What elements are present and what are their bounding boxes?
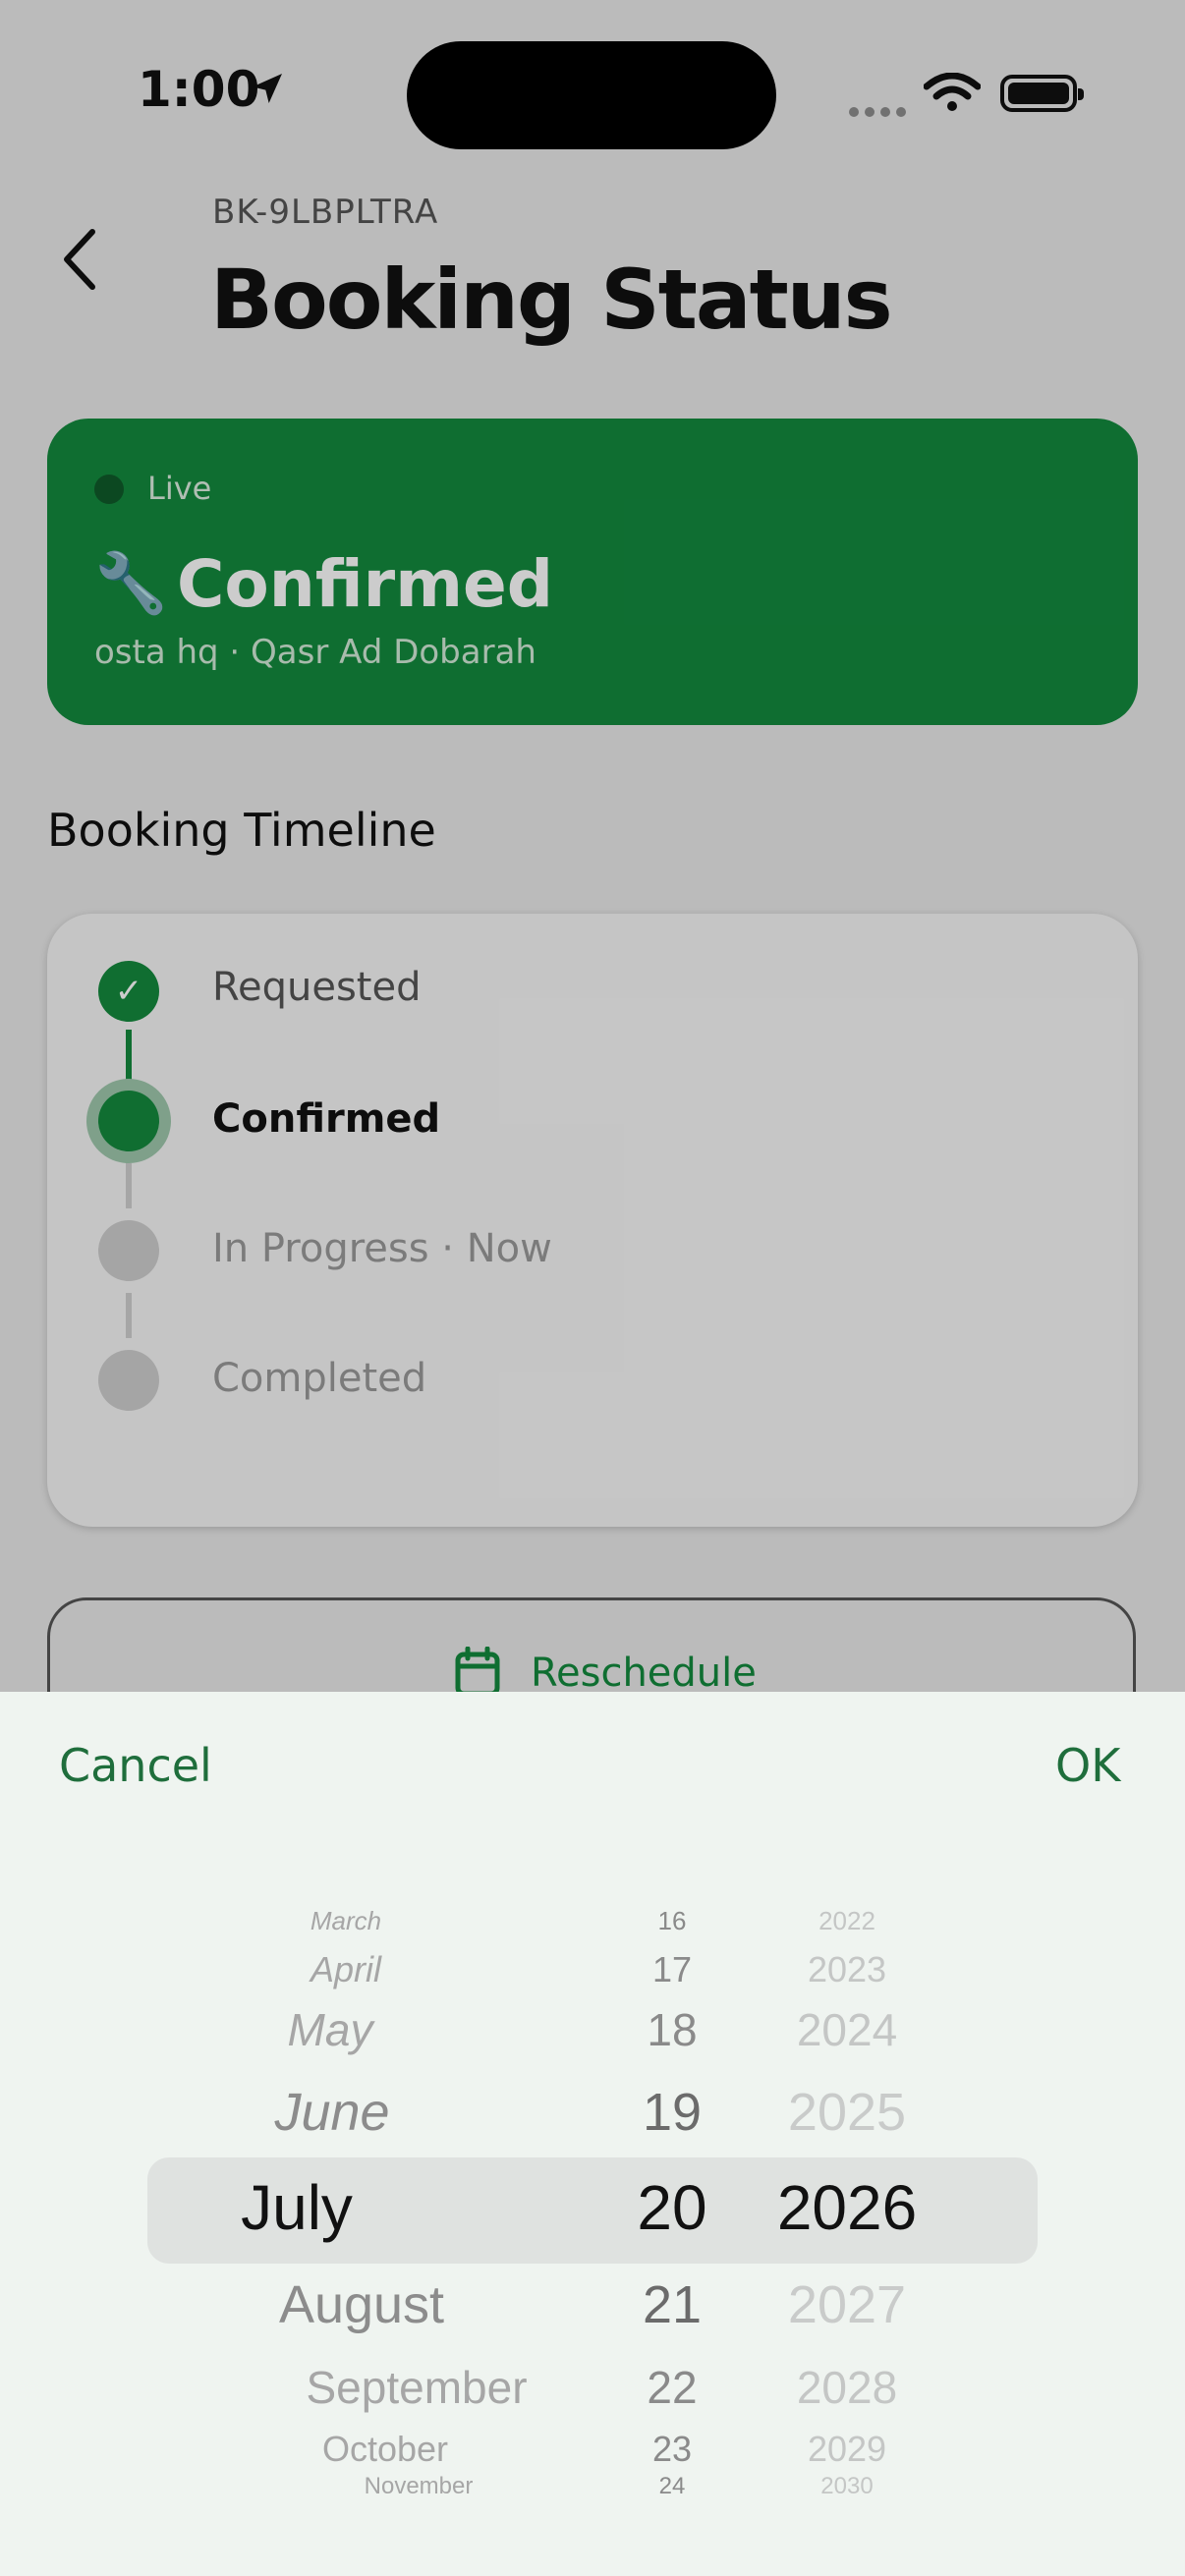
picker-day-option[interactable]: 22	[647, 2361, 697, 2414]
picker-day-option[interactable]: 23	[652, 2429, 692, 2470]
picker-month-option[interactable]: October	[322, 2429, 448, 2470]
picker-year-option[interactable]: 2026	[777, 2171, 917, 2244]
picker-month-option[interactable]: November	[365, 2473, 474, 2500]
picker-month-option[interactable]: April	[310, 1949, 381, 1990]
date-picker-sheet	[0, 1692, 1185, 2576]
picker-day-option[interactable]: 18	[647, 2003, 697, 2056]
picker-year-option[interactable]: 2025	[788, 2082, 906, 2143]
picker-month-option[interactable]: September	[306, 2361, 527, 2414]
picker-day-option[interactable]: 16	[658, 1906, 687, 1936]
picker-year-option[interactable]: 2030	[820, 2473, 873, 2500]
picker-day-option[interactable]: 24	[659, 2473, 686, 2500]
picker-month-option[interactable]: July	[241, 2171, 353, 2244]
modal-backdrop[interactable]	[0, 0, 1185, 1692]
picker-year-option[interactable]: 2029	[808, 2429, 886, 2470]
picker-day-option[interactable]: 19	[643, 2082, 702, 2143]
picker-day-option[interactable]: 17	[652, 1949, 692, 1990]
picker-year-option[interactable]: 2027	[788, 2274, 906, 2335]
picker-year-option[interactable]: 2024	[797, 2003, 897, 2056]
picker-year-option[interactable]: 2023	[808, 1949, 886, 1990]
picker-month-option[interactable]: March	[310, 1906, 381, 1936]
picker-month-option[interactable]: June	[274, 2082, 389, 2143]
picker-day-option[interactable]: 20	[637, 2171, 706, 2244]
picker-day-option[interactable]: 21	[643, 2274, 702, 2335]
picker-year-option[interactable]: 2022	[818, 1906, 875, 1936]
picker-month-option[interactable]: August	[279, 2274, 444, 2335]
cancel-button[interactable]: Cancel	[59, 1739, 212, 1792]
picker-month-option[interactable]: May	[288, 2003, 373, 2056]
picker-year-option[interactable]: 2028	[797, 2361, 897, 2414]
ok-button[interactable]: OK	[1055, 1739, 1120, 1792]
